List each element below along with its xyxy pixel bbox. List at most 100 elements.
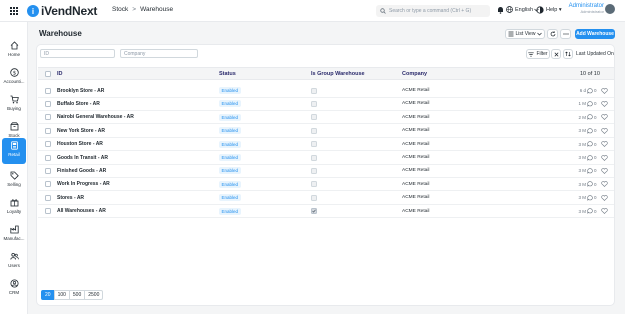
row-checkbox[interactable] (45, 194, 51, 201)
warehouse-id[interactable]: New York Store - AR (57, 128, 105, 134)
like-heart-icon[interactable] (601, 87, 608, 94)
column-header-id[interactable]: ID (57, 71, 63, 77)
sidebar-item-accounting[interactable]: $ Accounti... (2, 65, 26, 91)
table-row[interactable]: Buffalo Store - AR Enabled ACME Retail 1 M 0 (38, 97, 614, 111)
sort-direction-button[interactable] (563, 49, 573, 59)
row-checkbox[interactable] (45, 167, 51, 174)
like-heart-icon[interactable] (601, 154, 608, 161)
sidebar-item-loyalty[interactable]: Loyalty (2, 195, 26, 221)
table-row[interactable]: Goods In Transit - AR Enabled ACME Retail 3… (38, 151, 614, 165)
avatar[interactable] (605, 4, 615, 14)
sidebar-item-buying[interactable]: Buying (2, 92, 26, 118)
comment-count[interactable]: 0 (587, 194, 597, 201)
filter-icon (528, 51, 535, 57)
ellipsis-icon (562, 33, 569, 35)
page-size-100[interactable]: 100 (53, 290, 70, 300)
like-heart-icon[interactable] (601, 101, 608, 107)
refresh-button[interactable] (547, 29, 558, 39)
sort-by-label[interactable]: Last Updated On (576, 51, 614, 57)
comment-count[interactable]: 0 (587, 101, 597, 107)
comment-count[interactable]: 0 (587, 114, 597, 120)
clear-filter-button[interactable] (551, 49, 561, 59)
like-heart-icon[interactable] (601, 114, 608, 121)
like-heart-icon[interactable] (601, 194, 608, 201)
list-view-dropdown[interactable]: List View (505, 29, 545, 39)
table-row[interactable]: Houston Store - AR Enabled ACME Retail 3 M 0 (38, 138, 614, 152)
status-badge: Enabled (219, 100, 241, 108)
table-row[interactable]: Brooklyn Store - AR Enabled ACME Retail 6 d… (38, 84, 614, 98)
page-size-2500[interactable]: 2500 (84, 290, 104, 300)
comment-count[interactable]: 0 (587, 208, 597, 214)
warehouse-id[interactable]: Stores - AR (57, 195, 84, 201)
warehouse-id[interactable]: Finished Goods - AR (57, 168, 106, 174)
row-checkbox[interactable] (45, 127, 51, 134)
breadcrumb-warehouse[interactable]: Warehouse (140, 6, 173, 13)
theme-toggle-icon[interactable] (536, 6, 544, 14)
refresh-icon (550, 31, 555, 37)
id-filter-input[interactable]: ID (40, 49, 115, 58)
column-header-company[interactable]: Company (402, 71, 427, 77)
sidebar-item-label: Users (8, 263, 20, 268)
comment-count[interactable]: 0 (587, 154, 597, 161)
row-checkbox[interactable] (45, 208, 51, 215)
warehouse-id[interactable]: Buffalo Store - AR (57, 101, 100, 107)
sidebar-item-retail[interactable]: Retail (2, 138, 26, 164)
status-badge: Enabled (219, 113, 241, 121)
warehouse-id[interactable]: Nairobi General Warehouse - AR (57, 114, 134, 120)
warehouse-id[interactable]: Work In Progress - AR (57, 181, 110, 187)
sidebar-item-selling[interactable]: Selling (2, 168, 26, 194)
comment-count[interactable]: 0 (587, 181, 597, 187)
notification-bell-icon[interactable] (497, 6, 504, 14)
row-checkbox[interactable] (45, 181, 51, 188)
sidebar-item-home[interactable]: Home (2, 38, 26, 64)
warehouse-id[interactable]: Goods In Transit - AR (57, 155, 108, 161)
table-row[interactable]: New York Store - AR Enabled ACME Retail 3 M… (38, 124, 614, 138)
apps-grid-icon[interactable] (10, 7, 18, 15)
row-checkbox[interactable] (45, 114, 51, 121)
company-filter-input[interactable]: Company (120, 49, 198, 58)
user-menu[interactable]: Administrator Administrator (568, 3, 604, 14)
search-bar[interactable]: Search or type a command (Ctrl + G) (376, 5, 490, 17)
table-row[interactable]: All Warehouses - AR Enabled ACME Retail 3 M… (38, 205, 614, 219)
svg-text:$: $ (12, 71, 16, 77)
sidebar-item-label: Selling (7, 182, 21, 187)
table-row[interactable]: Finished Goods - AR Enabled ACME Retail 3 M… (38, 164, 614, 178)
comment-count[interactable]: 0 (587, 141, 597, 147)
filter-button[interactable]: Filter (526, 49, 550, 59)
like-heart-icon[interactable] (601, 127, 608, 134)
sidebar-item-users[interactable]: Users (2, 249, 26, 275)
warehouse-id[interactable]: All Warehouses - AR (57, 208, 106, 214)
table-row[interactable]: Nairobi General Warehouse - AR Enabled ACM… (38, 111, 614, 125)
column-header-status[interactable]: Status (219, 71, 236, 77)
like-heart-icon[interactable] (601, 181, 608, 188)
company-cell: ACME Retail (402, 155, 430, 160)
comment-count[interactable]: 0 (587, 168, 597, 174)
comment-count[interactable]: 0 (587, 87, 597, 94)
like-heart-icon[interactable] (601, 208, 608, 215)
column-header-is-group[interactable]: Is Group Warehouse (311, 71, 365, 77)
select-all-checkbox[interactable] (45, 71, 51, 77)
warehouse-id[interactable]: Houston Store - AR (57, 141, 103, 147)
page-size-500[interactable]: 500 (68, 290, 86, 300)
warehouse-id[interactable]: Brooklyn Store - AR (57, 88, 104, 94)
row-checkbox[interactable] (45, 87, 51, 94)
row-checkbox[interactable] (45, 154, 51, 161)
sidebar-item-crm[interactable]: CRM (2, 276, 26, 302)
more-options-button[interactable] (560, 29, 571, 39)
comment-count[interactable]: 0 (587, 127, 597, 134)
like-heart-icon[interactable] (601, 141, 608, 148)
row-checkbox[interactable] (45, 100, 51, 107)
sidebar-item-manufacturing[interactable]: Manufac... (2, 222, 26, 248)
table-row[interactable]: Work In Progress - AR Enabled ACME Retail 3… (38, 178, 614, 192)
help-dropdown[interactable]: Help ▾ (546, 7, 562, 13)
add-warehouse-button[interactable]: Add Warehouse (575, 29, 615, 39)
table-row[interactable]: Stores - AR Enabled ACME Retail 3 M 0 (38, 191, 614, 205)
like-heart-icon[interactable] (601, 168, 608, 174)
page-size-20[interactable]: 20 (41, 290, 55, 300)
sidebar-item-label: Buying (7, 106, 21, 111)
row-checkbox[interactable] (45, 141, 51, 148)
app-logo[interactable]: i iVendNext (27, 4, 97, 18)
breadcrumb-stock[interactable]: Stock (112, 6, 128, 13)
is-group-checkbox (311, 114, 317, 121)
language-selector[interactable]: English (506, 6, 539, 13)
